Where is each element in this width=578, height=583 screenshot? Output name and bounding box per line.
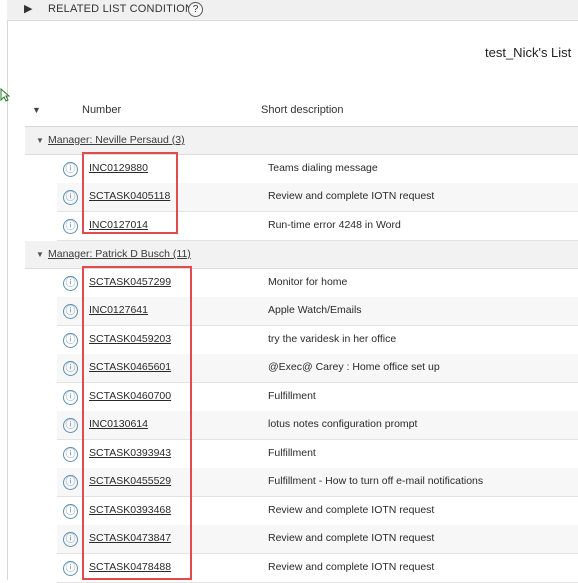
short-description: Review and complete IOTN request	[268, 190, 435, 202]
table-row[interactable]: ⓘ SCTASK0457299 Monitor for home	[57, 269, 578, 298]
related-list-conditions-bar[interactable]: ▶ RELATED LIST CONDITIONS ?	[7, 0, 578, 21]
group-collapse-caret-icon[interactable]: ▼	[36, 136, 44, 145]
table-row[interactable]: ⓘ SCTASK0393468 Review and complete IOTN…	[57, 497, 578, 526]
left-divider	[7, 20, 8, 580]
record-number-link[interactable]: INC0127014	[89, 219, 148, 231]
short-description: Teams dialing message	[268, 162, 378, 174]
group-collapse-caret-icon[interactable]: ▼	[36, 250, 44, 259]
info-icon[interactable]: ⓘ	[63, 361, 78, 376]
record-number-link[interactable]: SCTASK0457299	[89, 276, 171, 288]
table-row[interactable]: ⓘ INC0127014 Run-time error 4248 in Word	[57, 212, 578, 241]
column-options-caret-icon[interactable]: ▼	[32, 105, 41, 115]
info-icon[interactable]: ⓘ	[63, 447, 78, 462]
table-row[interactable]: ⓘ SCTASK0459203 try the varidesk in her …	[57, 326, 578, 355]
info-icon[interactable]: ⓘ	[63, 304, 78, 319]
info-icon[interactable]: ⓘ	[63, 532, 78, 547]
record-number-link[interactable]: SCTASK0393468	[89, 504, 171, 516]
short-description: Review and complete IOTN request	[268, 561, 435, 573]
table-row[interactable]: ⓘ SCTASK0478488 Review and complete IOTN…	[57, 554, 578, 583]
short-description: Review and complete IOTN request	[268, 532, 435, 544]
info-icon[interactable]: ⓘ	[63, 162, 78, 177]
group-label[interactable]: Manager: Patrick D Busch (11)	[48, 248, 191, 260]
table-row[interactable]: ⓘ INC0127641 Apple Watch/Emails	[57, 297, 578, 326]
info-icon[interactable]: ⓘ	[63, 504, 78, 519]
info-icon[interactable]: ⓘ	[63, 333, 78, 348]
short-description: lotus notes configuration prompt	[268, 418, 418, 430]
info-icon[interactable]: ⓘ	[63, 475, 78, 490]
group-header[interactable]: ▼ Manager: Patrick D Busch (11)	[25, 241, 578, 269]
short-description: Run-time error 4248 in Word	[268, 219, 401, 231]
short-description: Fulfillment	[268, 390, 316, 402]
record-number-link[interactable]: SCTASK0478488	[89, 561, 171, 573]
record-number-link[interactable]: SCTASK0460700	[89, 390, 171, 402]
record-number-link[interactable]: SCTASK0393943	[89, 447, 171, 459]
record-number-link[interactable]: SCTASK0465601	[89, 361, 171, 373]
expand-triangle-icon[interactable]: ▶	[24, 2, 32, 15]
record-number-link[interactable]: SCTASK0405118	[89, 190, 170, 202]
group-header[interactable]: ▼ Manager: Neville Persaud (3)	[25, 127, 578, 155]
short-description: Apple Watch/Emails	[268, 304, 362, 316]
record-number-link[interactable]: SCTASK0473847	[89, 532, 171, 544]
info-icon[interactable]: ⓘ	[63, 219, 78, 234]
mouse-cursor-icon	[0, 88, 10, 102]
record-number-link[interactable]: SCTASK0455529	[89, 475, 171, 487]
help-icon[interactable]: ?	[188, 2, 203, 17]
record-number-link[interactable]: SCTASK0459203	[89, 333, 171, 345]
short-description: try the varidesk in her office	[268, 333, 397, 345]
short-description: Fulfillment	[268, 447, 316, 459]
info-icon[interactable]: ⓘ	[63, 418, 78, 433]
info-icon[interactable]: ⓘ	[63, 190, 78, 205]
info-icon[interactable]: ⓘ	[63, 561, 78, 576]
short-description: @Exec@ Carey : Home office set up	[268, 361, 440, 373]
group-label[interactable]: Manager: Neville Persaud (3)	[48, 134, 185, 146]
short-description: Fulfillment - How to turn off e-mail not…	[268, 475, 484, 487]
table-row[interactable]: ⓘ SCTASK0455529 Fulfillment - How to tur…	[57, 468, 578, 497]
record-number-link[interactable]: INC0130614	[89, 418, 148, 430]
table-row[interactable]: ⓘ SCTASK0465601 @Exec@ Carey : Home offi…	[57, 354, 578, 383]
table-row[interactable]: ⓘ SCTASK0393943 Fulfillment	[57, 440, 578, 469]
short-description: Review and complete IOTN request	[268, 504, 435, 516]
record-number-link[interactable]: INC0129880	[89, 162, 148, 174]
column-header-number[interactable]: Number	[82, 104, 121, 116]
table-row[interactable]: ⓘ INC0130614 lotus notes configuration p…	[57, 411, 578, 440]
short-description: Monitor for home	[268, 276, 348, 288]
record-number-link[interactable]: INC0127641	[89, 304, 148, 316]
table-row[interactable]: ⓘ INC0129880 Teams dialing message	[57, 155, 578, 184]
table-row[interactable]: ⓘ SCTASK0473847 Review and complete IOTN…	[57, 525, 578, 554]
list-title: test_Nick's List	[485, 45, 572, 60]
table-row[interactable]: ⓘ SCTASK0460700 Fulfillment	[57, 383, 578, 412]
table-row[interactable]: ⓘ SCTASK0405118 Review and complete IOTN…	[57, 183, 578, 212]
table-header: ▼ Number Short description	[25, 97, 578, 128]
info-icon[interactable]: ⓘ	[63, 390, 78, 405]
related-list-conditions-label: RELATED LIST CONDITIONS	[48, 3, 201, 15]
column-header-short-description[interactable]: Short description	[261, 104, 344, 116]
info-icon[interactable]: ⓘ	[63, 276, 78, 291]
